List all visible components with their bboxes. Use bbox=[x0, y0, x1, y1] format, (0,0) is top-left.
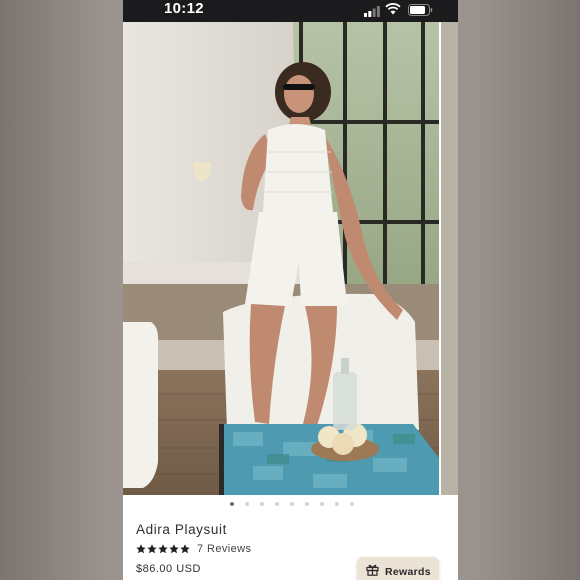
status-time: 10:12 bbox=[164, 0, 204, 17]
pagination-dot-active[interactable] bbox=[229, 502, 234, 506]
cellular-signal-icon bbox=[364, 4, 380, 22]
battery-icon bbox=[408, 3, 433, 21]
product-image-gallery[interactable] bbox=[123, 22, 458, 495]
reviews-link[interactable]: 7 Reviews bbox=[197, 543, 251, 555]
product-photo bbox=[123, 22, 439, 495]
status-bar: 10:12 bbox=[123, 0, 458, 22]
wifi-icon bbox=[385, 2, 401, 20]
star-icon bbox=[169, 544, 179, 554]
pagination-dot[interactable] bbox=[244, 502, 249, 506]
star-icon bbox=[158, 544, 168, 554]
pagination-dot[interactable] bbox=[289, 502, 294, 506]
product-rating[interactable]: 7 Reviews bbox=[136, 542, 251, 556]
rewards-label: Rewards bbox=[385, 566, 431, 578]
pagination-dot[interactable] bbox=[319, 502, 324, 506]
product-price: $86.00 USD bbox=[136, 563, 201, 575]
pagination-dot[interactable] bbox=[259, 502, 264, 506]
gallery-pagination bbox=[123, 502, 458, 508]
gift-icon bbox=[366, 563, 379, 580]
star-rating bbox=[136, 544, 190, 554]
pagination-dot[interactable] bbox=[334, 502, 339, 506]
pagination-dot[interactable] bbox=[274, 502, 279, 506]
pagination-dot[interactable] bbox=[304, 502, 309, 506]
phone-screen: 10:12 Adira Playsuit 7 Reviews $86.00 US… bbox=[123, 0, 458, 580]
pagination-dot[interactable] bbox=[349, 502, 354, 506]
rewards-button[interactable]: Rewards bbox=[357, 557, 439, 580]
product-title: Adira Playsuit bbox=[136, 522, 227, 537]
star-icon bbox=[180, 544, 190, 554]
star-icon bbox=[136, 544, 146, 554]
next-product-photo-peek[interactable] bbox=[441, 22, 458, 495]
star-icon bbox=[147, 544, 157, 554]
